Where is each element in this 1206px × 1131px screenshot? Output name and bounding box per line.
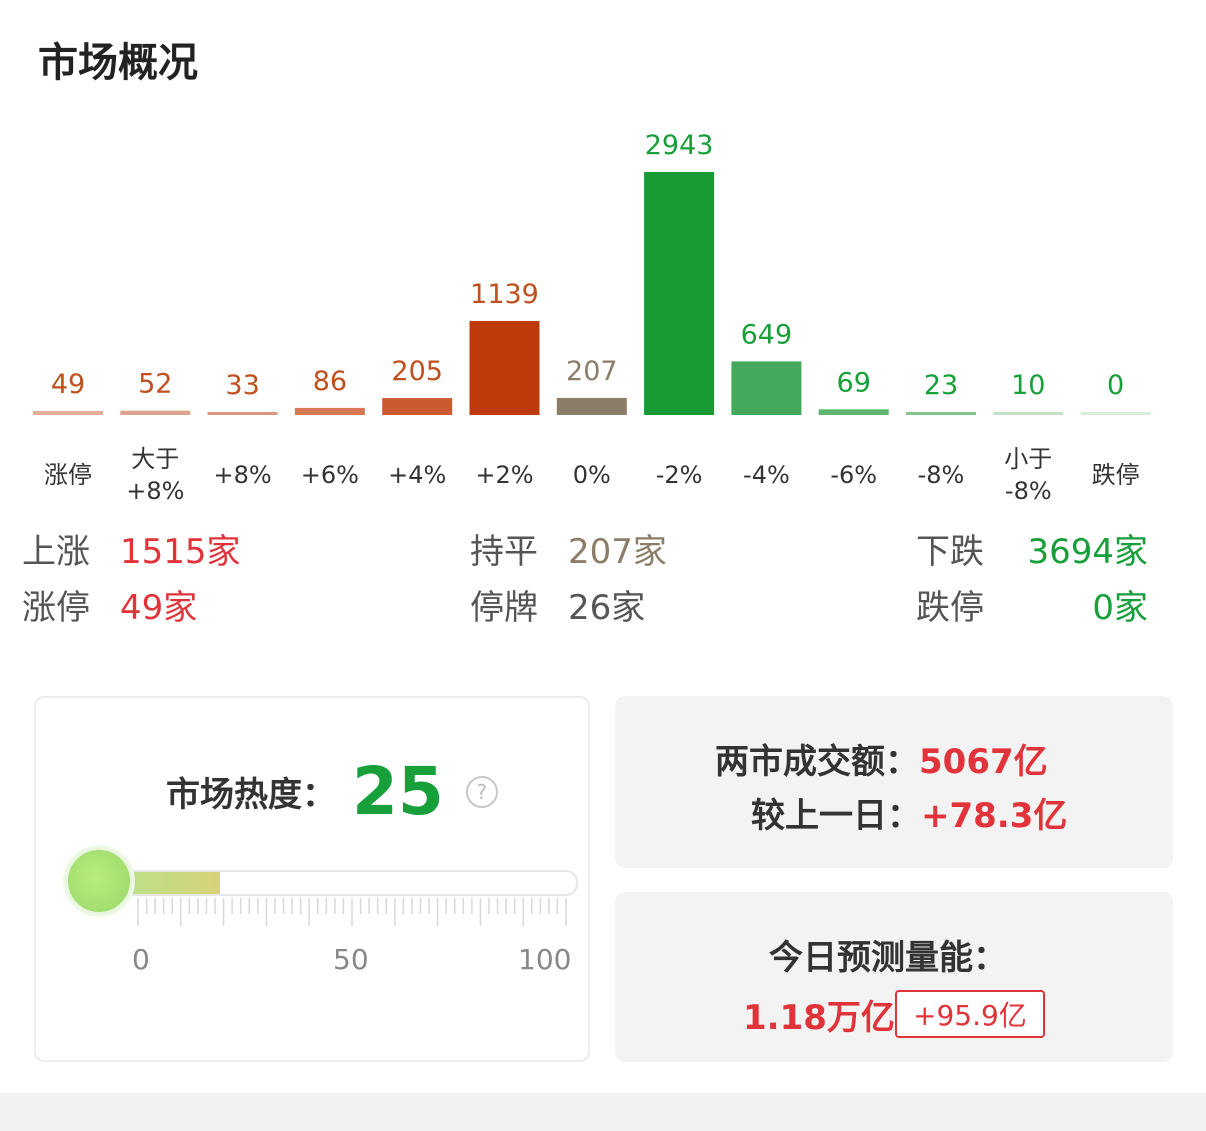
category-label: +6% [301,461,359,489]
bar-value-label: 33 [225,370,259,401]
bar-4 [382,398,453,415]
market-heat-card: 市场热度： 25 ? 0 50 100 [34,696,590,1062]
distribution-bar-chart: 49 涨停 52 大于 +8% 33 +8% 86 +6% 205 +4% 1139 +2% 207 0% 2… [33,130,1151,505]
bar-1 [120,410,191,415]
limit-up-label: 涨停 [22,588,90,628]
category-label: -4% [743,461,790,489]
category-label: 跌停 [1092,461,1140,489]
bar-value-label: 69 [837,367,871,398]
category-label: -2% [656,461,703,489]
heat-gauge-knob [66,848,132,914]
limit-down-count: 0家 [1092,588,1148,628]
turnover-card: 两市成交额：5067亿 较上一日：+78.3亿 [615,696,1173,868]
heat-header: 市场热度： 25 ? [166,753,498,830]
bar-value-label: 0 [1107,370,1124,401]
suspended-label: 停牌 [470,588,538,628]
bar-value-label: 52 [138,369,172,400]
flat-count: 207家 [568,532,667,572]
compare-label: 较上一日： [751,796,921,836]
bar-value-label: 649 [741,319,793,350]
turnover-label: 两市成交额： [715,742,919,782]
down-label: 下跌 [916,532,984,572]
bar-10 [906,412,976,415]
scale-mid: 50 [333,943,369,976]
bar-8 [731,361,802,415]
category-label: +8% [126,477,184,505]
bar-11 [993,412,1064,415]
heat-value: 25 [352,753,444,830]
bar-12 [1080,412,1151,415]
category-label: 小于 [1004,445,1052,473]
category-label: -6% [830,461,877,489]
bar-3 [294,407,365,415]
help-icon[interactable]: ? [465,775,498,808]
turnover-compare-line: 较上一日：+78.3亿 [751,788,1067,837]
category-label: -8% [918,461,965,489]
bar-value-label: 10 [1011,370,1045,401]
category-label: -8% [1005,477,1052,505]
category-label: +4% [388,461,446,489]
category-label: +2% [475,461,533,489]
bar-value-label: 205 [391,356,443,387]
bar-value-label: 207 [566,356,618,387]
bar-2 [207,412,278,415]
scale-max: 100 [518,943,572,976]
bar-value-label: 86 [313,366,347,397]
scale-min: 0 [132,943,150,976]
forecast-delta-badge: +95.9亿 [895,990,1045,1038]
bar-9 [818,409,889,415]
bar-value-label: 49 [51,369,85,400]
up-count: 1515家 [120,532,241,572]
heat-gauge-track [100,870,578,896]
bar-value-label: 2943 [645,130,714,161]
up-label: 上涨 [22,532,90,572]
flat-label: 持平 [470,532,538,572]
forecast-value: 1.18万亿 [743,998,895,1038]
bottom-divider [0,1093,1206,1131]
bar-value-label: 23 [924,370,958,401]
category-label: 涨停 [44,461,92,489]
heat-gauge-ticks [137,898,567,926]
category-label: 0% [573,461,611,489]
down-count: 3694家 [1027,532,1148,572]
page-title: 市场概况 [38,40,198,86]
bar-0 [33,410,103,415]
turnover-line: 两市成交额：5067亿 [715,734,1048,783]
forecast-label: 今日预测量能： [769,938,1007,978]
compare-value: +78.3亿 [921,796,1068,836]
heat-label: 市场热度： [166,775,336,815]
forecast-card: 今日预测量能： 1.18万亿 +95.9亿 [615,892,1173,1062]
bar-7 [644,172,715,415]
turnover-value: 5067亿 [919,742,1048,782]
category-label: +8% [214,461,272,489]
limit-up-count: 49家 [120,588,198,628]
bar-6 [556,397,627,415]
bar-5 [469,320,540,415]
suspended-count: 26家 [568,588,646,628]
bar-value-label: 1139 [470,279,539,310]
category-label: 大于 [131,445,179,473]
limit-down-label: 跌停 [916,588,984,628]
